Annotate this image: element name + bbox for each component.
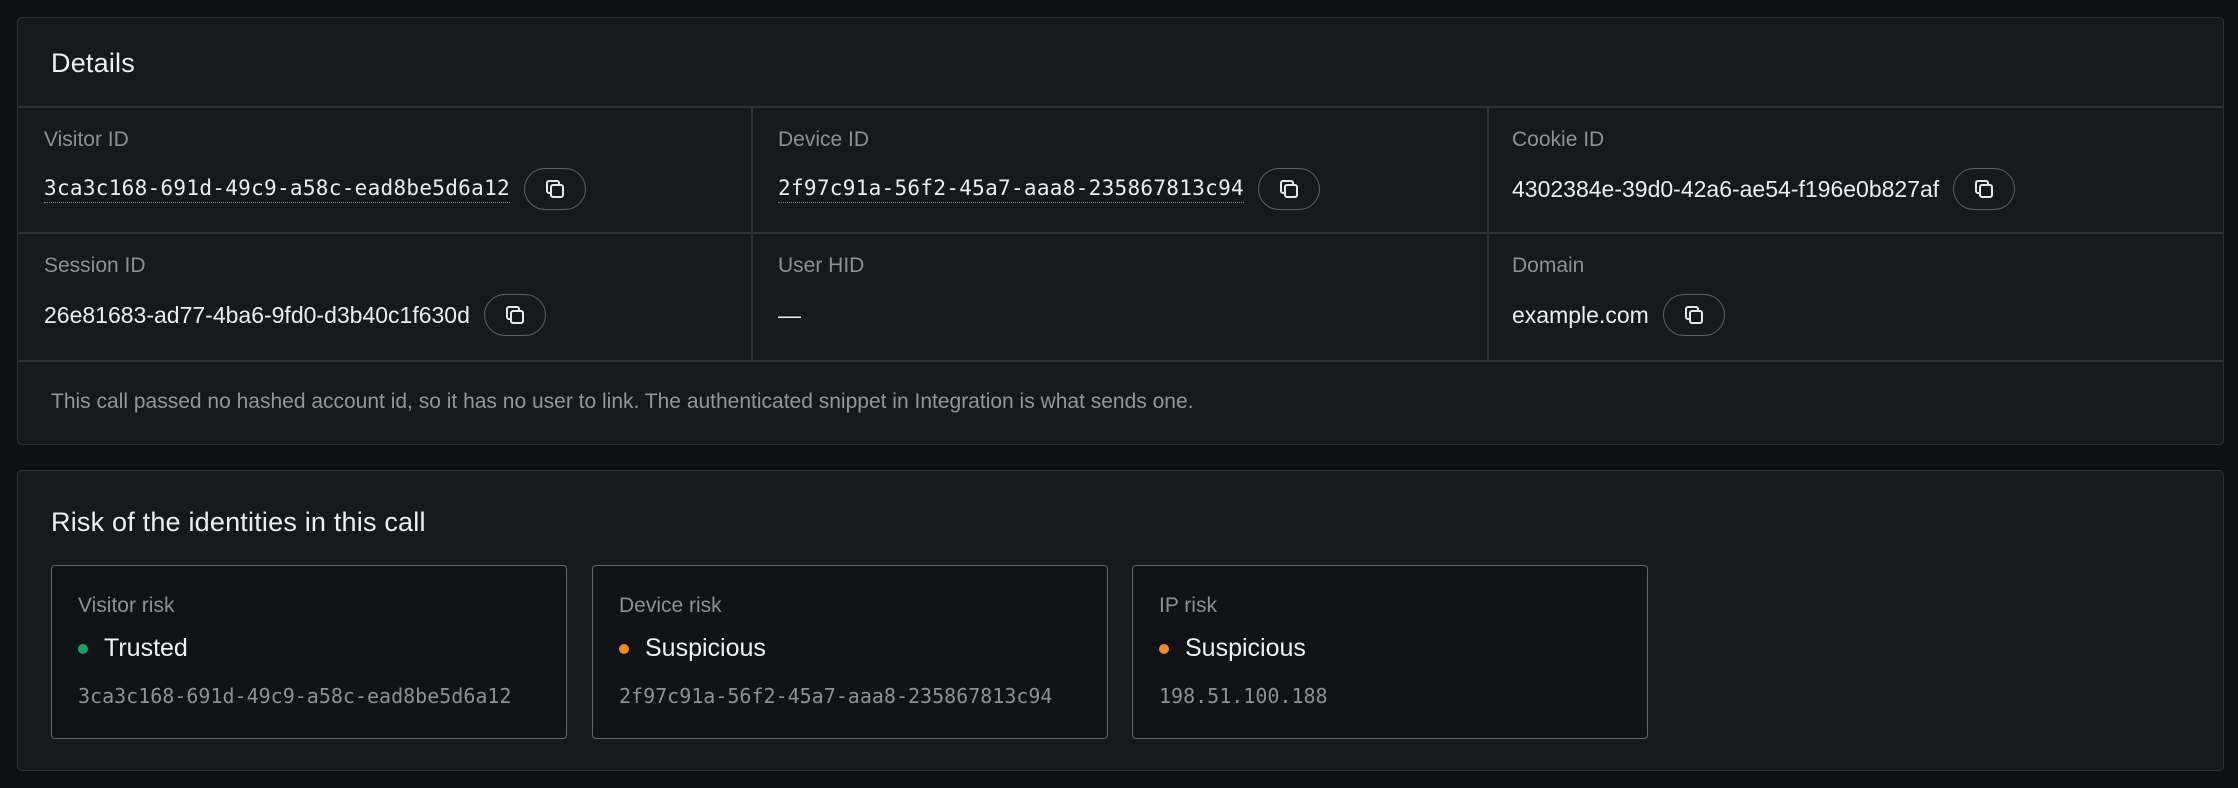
session-id-value: 26e81683-ad77-4ba6-9fd0-d3b40c1f630d (44, 301, 470, 328)
details-card: Details Visitor ID 3ca3c168-691d-49c9-a5… (17, 17, 2224, 445)
details-title: Details (51, 48, 135, 78)
visitor-risk-box: Visitor risk Trusted 3ca3c168-691d-49c9-… (51, 565, 567, 739)
copy-domain-button[interactable] (1662, 294, 1725, 336)
status-dot-icon (78, 643, 88, 654)
risk-title: Risk of the identities in this call (51, 507, 426, 537)
copy-icon (505, 306, 524, 324)
copy-cookie-id-button[interactable] (1953, 168, 2016, 210)
status-dot-icon (1159, 643, 1169, 654)
user-hid-value: — (778, 301, 801, 328)
copy-icon (1279, 180, 1298, 198)
divider (18, 360, 2223, 362)
status-dot-icon (619, 643, 629, 654)
copy-icon (1684, 306, 1703, 324)
ip-risk-status: Suspicious (1159, 634, 1306, 663)
copy-device-id-button[interactable] (1257, 168, 1320, 210)
visitor-risk-status-text: Trusted (104, 634, 188, 662)
risk-card: Risk of the identities in this call Visi… (17, 470, 2224, 771)
visitor-id-label: Visitor ID (44, 128, 129, 151)
cookie-id-value: 4302384e-39d0-42a6-ae54-f196e0b827af (1512, 175, 1940, 202)
session-id-label: Session ID (44, 254, 146, 277)
copy-session-id-button[interactable] (483, 294, 546, 336)
copy-icon (545, 180, 564, 198)
divider (751, 107, 753, 361)
cookie-id-row: 4302384e-39d0-42a6-ae54-f196e0b827af (1512, 167, 2016, 211)
user-hid-row: — (778, 293, 801, 337)
visitor-id-value[interactable]: 3ca3c168-691d-49c9-a58c-ead8be5d6a12 (44, 176, 510, 203)
visitor-risk-label: Visitor risk (78, 594, 175, 617)
device-risk-id: 2f97c91a-56f2-45a7-aaa8-235867813c94 (619, 684, 1053, 708)
device-id-label: Device ID (778, 128, 870, 151)
ip-risk-label: IP risk (1159, 594, 1217, 617)
copy-icon (1975, 180, 1994, 198)
device-risk-label: Device risk (619, 594, 722, 617)
device-id-row: 2f97c91a-56f2-45a7-aaa8-235867813c94 (778, 167, 1320, 211)
domain-value: example.com (1512, 301, 1649, 328)
visitor-id-row: 3ca3c168-691d-49c9-a58c-ead8be5d6a12 (44, 167, 586, 211)
no-user-note: This call passed no hashed account id, s… (51, 390, 1194, 413)
visitor-risk-status: Trusted (78, 634, 188, 663)
cookie-id-label: Cookie ID (1512, 128, 1605, 151)
device-id-value[interactable]: 2f97c91a-56f2-45a7-aaa8-235867813c94 (778, 176, 1244, 203)
device-risk-status: Suspicious (619, 634, 766, 663)
user-hid-label: User HID (778, 254, 865, 277)
ip-risk-status-text: Suspicious (1185, 634, 1306, 662)
domain-row: example.com (1512, 293, 1725, 337)
copy-visitor-id-button[interactable] (523, 168, 586, 210)
divider (1487, 107, 1489, 361)
visitor-risk-id: 3ca3c168-691d-49c9-a58c-ead8be5d6a12 (78, 684, 512, 708)
session-id-row: 26e81683-ad77-4ba6-9fd0-d3b40c1f630d (44, 293, 546, 337)
divider (18, 232, 2223, 234)
divider (18, 106, 2223, 108)
device-risk-box: Device risk Suspicious 2f97c91a-56f2-45a… (592, 565, 1108, 739)
ip-risk-id: 198.51.100.188 (1159, 684, 1328, 708)
domain-label: Domain (1512, 254, 1585, 277)
device-risk-status-text: Suspicious (645, 634, 766, 662)
ip-risk-box: IP risk Suspicious 198.51.100.188 (1132, 565, 1648, 739)
